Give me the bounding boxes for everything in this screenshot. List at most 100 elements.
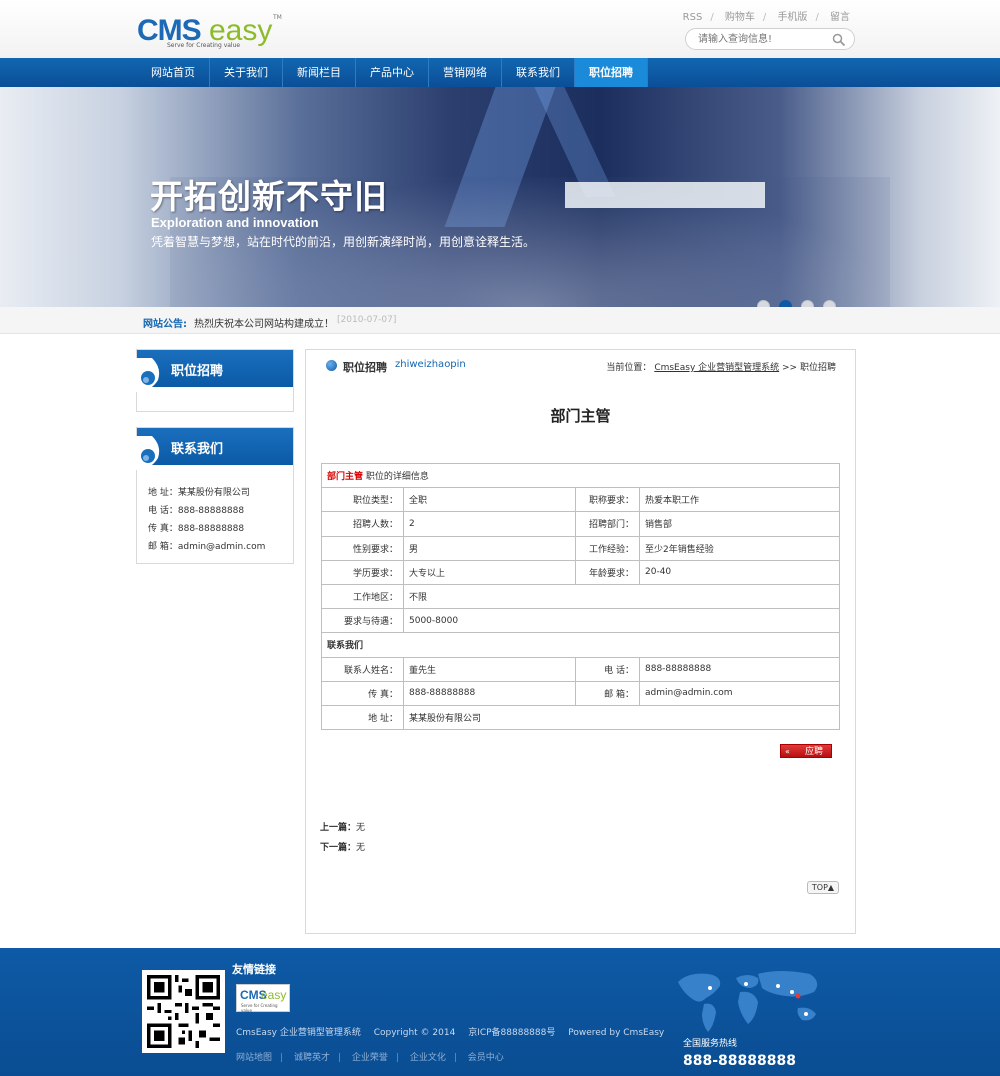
cell-value: 20-40 xyxy=(639,559,840,585)
breadcrumb-link-home[interactable]: CmsEasy 企业营销型管理系统 xyxy=(654,363,779,373)
top-links: RSS / 购物车 / 手机版 / 留言 xyxy=(682,12,850,23)
cell-value: 至少2年销售经验 xyxy=(639,535,840,561)
logo-tm: TM xyxy=(273,14,282,21)
copyright-line: CmsEasy 企业营销型管理系统 Copyright © 2014 京ICP备… xyxy=(236,1025,674,1038)
cell-value: admin@admin.com xyxy=(639,680,840,706)
rss-link[interactable]: RSS xyxy=(683,12,703,23)
cell-value: 某某股份有限公司 xyxy=(403,704,840,731)
nav-item-news[interactable]: 新闻栏目 xyxy=(283,58,356,87)
footer-link-sitemap[interactable]: 网站地图 xyxy=(236,1053,272,1063)
table-row: 联系人姓名： 董先生 电 话： 888-88888888 xyxy=(321,656,840,682)
cell-label: 招聘部门： xyxy=(575,511,640,537)
prev-article[interactable]: 上一篇：无 xyxy=(320,820,365,833)
notice-date: [2010-07-07] xyxy=(337,315,397,325)
swirl-icon xyxy=(136,358,160,392)
icp-number[interactable]: 京ICP备88888888号 xyxy=(468,1028,555,1038)
breadcrumb: 当前位置： CmsEasy 企业营销型管理系统 >> 职位招聘 xyxy=(606,360,836,373)
cell-label: 邮 箱： xyxy=(575,680,640,706)
cell-label: 要求与待遇： xyxy=(321,608,404,634)
site-header: CMS easy TM Serve for Creating value RSS… xyxy=(0,0,1000,58)
mobile-link[interactable]: 手机版 xyxy=(777,12,807,23)
cell-label: 工作经验： xyxy=(575,535,640,561)
sidebar-jobs-box: 职位招聘 xyxy=(136,349,294,412)
cell-label: 年龄要求： xyxy=(575,559,640,585)
notice-label: 网站公告: xyxy=(143,319,187,330)
cell-label: 性别要求： xyxy=(321,535,404,561)
nav-item-contact[interactable]: 联系我们 xyxy=(502,58,575,87)
search-input[interactable] xyxy=(698,32,828,47)
nav-item-marketing[interactable]: 营销网络 xyxy=(429,58,502,87)
table-header: 部门主管 职位的详细信息 xyxy=(321,462,840,489)
banner-stage-image xyxy=(565,182,765,208)
cell-value: 大专以上 xyxy=(403,559,576,585)
cell-label: 职位类型： xyxy=(321,487,404,513)
cell-label: 联系人姓名： xyxy=(321,656,404,682)
apply-button[interactable]: « 应聘 xyxy=(780,744,832,758)
sidebar-box-header: 职位招聘 xyxy=(136,350,293,392)
table-row: 地 址： 某某股份有限公司 xyxy=(321,704,840,731)
table-row: 要求与待遇： 5000-8000 xyxy=(321,608,840,634)
table-row: 传 真： 888-88888888 邮 箱： admin@admin.com xyxy=(321,680,840,706)
job-detail-table: 部门主管 职位的详细信息 职位类型： 全职 职称要求： 热爱本职工作 招聘人数：… xyxy=(321,462,840,731)
copyright-year: Copyright © 2014 xyxy=(373,1028,456,1038)
breadcrumb-prefix: 当前位置： xyxy=(606,363,652,373)
slider-dot[interactable] xyxy=(823,300,836,307)
prev-value: 无 xyxy=(356,823,366,833)
section-title-en: zhiweizhaopin xyxy=(395,359,466,370)
hero-banner: 开拓创新不守旧 Exploration and innovation 凭着智慧与… xyxy=(0,87,1000,307)
nav-item-products[interactable]: 产品中心 xyxy=(356,58,429,87)
message-link[interactable]: 留言 xyxy=(830,12,850,23)
footer-link-careers[interactable]: 诚聘英才 xyxy=(294,1053,330,1063)
slider-dot[interactable] xyxy=(801,300,814,307)
cell-value: 888-88888888 xyxy=(403,680,576,706)
sidebar-box-title[interactable]: 职位招聘 xyxy=(171,360,223,379)
contact-fax: 传 真：888-88888888 xyxy=(148,524,245,534)
back-to-top-button[interactable]: TOP▲ xyxy=(807,881,839,894)
table-row: 招聘人数： 2 招聘部门： 销售部 xyxy=(321,511,840,537)
footer-link-honors[interactable]: 企业荣誉 xyxy=(352,1053,388,1063)
slider-dot[interactable] xyxy=(757,300,770,307)
next-label: 下一篇： xyxy=(320,843,357,853)
breadcrumb-current[interactable]: 职位招聘 xyxy=(800,363,836,373)
powered-by[interactable]: Powered by CmsEasy xyxy=(568,1028,664,1038)
next-article[interactable]: 下一篇：无 xyxy=(320,840,365,853)
sidebar-contact-info: 地 址：某某股份有限公司 电 话：888-88888888 传 真：888-88… xyxy=(148,484,265,556)
cell-value: 不限 xyxy=(403,583,840,610)
friend-link-logo[interactable]: CMS easy Serve for Creating value xyxy=(236,984,290,1013)
sidebar-box-title[interactable]: 联系我们 xyxy=(171,438,223,457)
nav-item-about[interactable]: 关于我们 xyxy=(210,58,283,87)
contact-address: 地 址：某某股份有限公司 xyxy=(148,488,250,498)
site-logo[interactable]: CMS easy TM Serve for Creating value xyxy=(137,14,287,54)
cell-value: 全职 xyxy=(403,487,576,513)
bullet-icon xyxy=(326,360,337,371)
section-title-bar: 职位招聘 zhiweizhaopin 当前位置： CmsEasy 企业营销型管理… xyxy=(306,350,855,380)
search-icon[interactable] xyxy=(832,33,846,47)
next-value: 无 xyxy=(356,843,366,853)
cell-value: 男 xyxy=(403,535,576,561)
breadcrumb-separator: >> xyxy=(782,363,798,373)
cell-label: 电 话： xyxy=(575,656,640,682)
main-content: 职位招聘 zhiweizhaopin 当前位置： CmsEasy 企业营销型管理… xyxy=(305,349,856,934)
cart-link[interactable]: 购物车 xyxy=(725,12,755,23)
nav-item-home[interactable]: 网站首页 xyxy=(137,58,210,87)
table-row: 学历要求： 大专以上 年龄要求： 20-40 xyxy=(321,559,840,585)
job-name-highlight: 部门主管 xyxy=(327,472,364,483)
cell-label: 学历要求： xyxy=(321,559,404,585)
flogo-slogan: Serve for Creating value xyxy=(241,1003,278,1013)
table-row: 工作地区： 不限 xyxy=(321,583,840,610)
cell-label: 工作地区： xyxy=(321,583,404,610)
cell-value: 2 xyxy=(403,511,576,537)
site-footer: 友情链接 CMS easy Serve for Creating value C… xyxy=(0,948,1000,1076)
footer-link-culture[interactable]: 企业文化 xyxy=(410,1053,446,1063)
banner-title: 开拓创新不守旧 xyxy=(150,177,388,216)
notice-text[interactable]: 热烈庆祝本公司网站构建成立！ xyxy=(194,315,334,330)
job-title: 部门主管 xyxy=(550,407,611,425)
slider-dot-active[interactable] xyxy=(779,300,792,307)
world-map-icon xyxy=(678,971,818,1032)
footer-link-members[interactable]: 会员中心 xyxy=(468,1053,504,1063)
cell-label: 职称要求： xyxy=(575,487,640,513)
cell-value: 董先生 xyxy=(403,656,576,682)
contact-email: 邮 箱：admin@admin.com xyxy=(148,542,266,552)
table-row: 职位类型： 全职 职称要求： 热爱本职工作 xyxy=(321,487,840,513)
nav-item-jobs[interactable]: 职位招聘 xyxy=(575,58,648,87)
